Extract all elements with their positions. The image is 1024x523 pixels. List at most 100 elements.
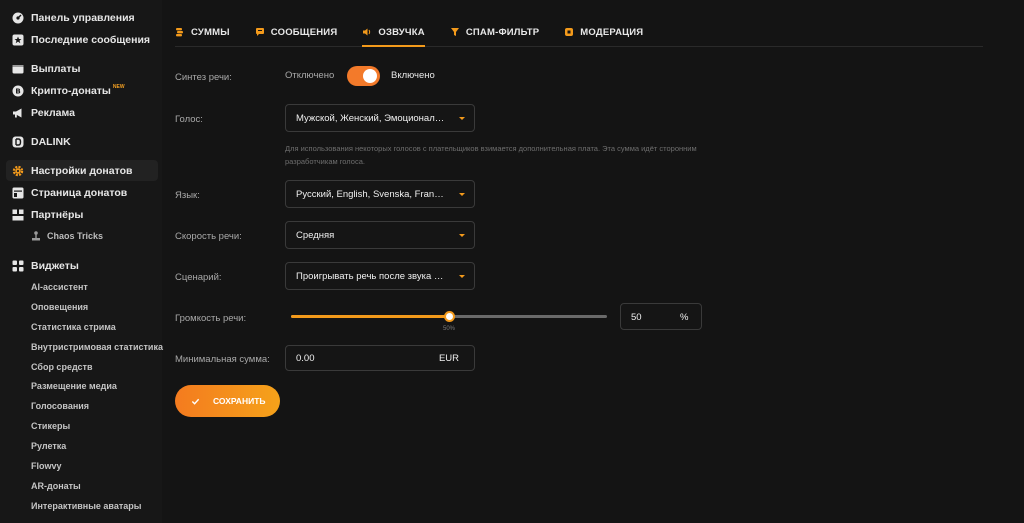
sidebar-item-label: Партнёры (31, 208, 84, 221)
widget-alerts[interactable]: Оповещения (0, 297, 162, 317)
tts-on-label: Включено (391, 70, 435, 81)
tts-off-label: Отключено (285, 70, 335, 81)
min-amount-currency: EUR (438, 353, 459, 364)
star-icon (12, 34, 24, 46)
widget-media[interactable]: Размещение медиа (0, 376, 162, 396)
voice-label: Голос: (175, 114, 203, 125)
language-select[interactable]: Русский, English, Svenska, Franç... (285, 180, 475, 208)
widget-polls[interactable]: Голосования (0, 396, 162, 416)
partner-sub-label: Chaos Tricks (47, 231, 104, 241)
widget-stream-stats[interactable]: Статистика стрима (0, 317, 162, 337)
min-amount-input[interactable]: 0.00 EUR (285, 345, 475, 371)
sidebar-item-ads[interactable]: Реклама (6, 102, 158, 123)
widget-roulette[interactable]: Рулетка (0, 436, 162, 456)
sidebar-item-label: Виджеты (31, 259, 79, 272)
chevron-down-icon (459, 234, 465, 237)
widget-interactive-avatars[interactable]: Интерактивные аватары (0, 496, 162, 516)
sidebar-item-label: Реклама (31, 106, 75, 119)
tab-messages[interactable]: СООБЩЕНИЯ (255, 18, 338, 47)
layout-icon (12, 187, 24, 199)
sidebar-item-partners[interactable]: Партнёры (6, 204, 158, 225)
tab-bar: СУММЫ СООБЩЕНИЯ ОЗВУЧКА СПАМ-ФИЛЬТР МОДЕ… (175, 18, 983, 47)
volume-label: Громкость речи: (175, 313, 247, 324)
filter-icon (450, 27, 460, 37)
sidebar: Панель управления Последние сообщения Вы… (0, 0, 163, 523)
sidebar-item-dashboard[interactable]: Панель управления (6, 7, 158, 28)
tab-label: СПАМ-ФИЛЬТР (465, 27, 540, 38)
widget-instream-stats[interactable]: Внутристримовая статистика (0, 337, 163, 357)
voice-hint: Для использования некоторых голосов с пл… (285, 144, 697, 166)
svg-text:B: B (15, 87, 20, 95)
dalink-icon (12, 136, 24, 148)
widget-ai-assistant[interactable]: AI-ассистент (0, 277, 162, 297)
min-amount-value: 0.00 (296, 353, 315, 364)
chevron-down-icon (459, 193, 465, 196)
check-icon (191, 397, 200, 406)
dashboard-icon (12, 12, 24, 24)
speed-label: Скорость речи: (175, 231, 242, 242)
sidebar-item-label: Панель управления (31, 11, 135, 24)
toggle-knob (363, 69, 377, 83)
widget-flowvy[interactable]: Flowvy (0, 456, 162, 476)
sidebar-item-label: Страница донатов (31, 186, 128, 199)
tab-label: СУММЫ (191, 27, 230, 38)
joystick-icon (31, 231, 41, 241)
sidebar-item-label: Последние сообщения (31, 33, 151, 46)
speed-value: Средняя (296, 229, 335, 241)
scenario-label: Сценарий: (175, 272, 222, 283)
save-label: СОХРАНИТЬ (213, 396, 266, 406)
tab-spam-filter[interactable]: СПАМ-ФИЛЬТР (450, 18, 539, 47)
volume-tick-label: 50% (443, 326, 456, 332)
widget-ar-donations[interactable]: AR-донаты (0, 476, 162, 496)
scenario-select[interactable]: Проигрывать речь после звука о... (285, 262, 475, 290)
speaker-icon (362, 27, 372, 37)
sidebar-item-recent-messages[interactable]: Последние сообщения (6, 29, 158, 50)
tab-voiceover[interactable]: ОЗВУЧКА (362, 18, 425, 47)
volume-slider-thumb[interactable] (444, 311, 455, 322)
chat-icon (255, 27, 265, 37)
megaphone-icon (12, 107, 24, 119)
volume-input[interactable]: 50 % (620, 303, 702, 330)
tab-moderation[interactable]: МОДЕРАЦИЯ (564, 18, 643, 47)
widgets-icon (12, 260, 24, 272)
sidebar-item-dalink[interactable]: DALINK (6, 131, 158, 152)
language-label: Язык: (175, 190, 200, 201)
new-badge: NEW (112, 83, 125, 90)
speed-select[interactable]: Средняя (285, 221, 475, 249)
volume-input-value: 50 (631, 312, 642, 323)
tab-label: ОЗВУЧКА (378, 27, 425, 38)
sidebar-item-donation-page[interactable]: Страница донатов (6, 182, 158, 203)
gear-icon (12, 165, 24, 177)
volume-slider-fill (291, 315, 449, 318)
tts-toggle[interactable] (347, 66, 380, 86)
sidebar-item-label: Настройки донатов (31, 164, 133, 177)
scenario-value: Проигрывать речь после звука о... (296, 270, 446, 282)
tab-amounts[interactable]: СУММЫ (175, 18, 230, 47)
min-amount-label: Минимальная сумма: (175, 354, 270, 365)
voice-select[interactable]: Мужской, Женский, Эмоциональ... (285, 104, 475, 132)
sidebar-item-crypto[interactable]: B Крипто-донаты NEW (6, 80, 158, 101)
partner-chaos-tricks[interactable]: Chaos Tricks (0, 226, 162, 246)
wallet-icon (12, 63, 24, 75)
bitcoin-icon: B (12, 85, 24, 97)
sidebar-item-label: Крипто-донаты (31, 84, 111, 97)
widget-fundraising[interactable]: Сбор средств (0, 357, 162, 377)
sidebar-item-label: DALINK (31, 135, 71, 148)
save-button[interactable]: СОХРАНИТЬ (175, 385, 280, 417)
volume-unit: % (680, 312, 689, 323)
chevron-down-icon (459, 275, 465, 278)
sidebar-item-payouts[interactable]: Выплаты (6, 58, 158, 79)
volume-slider[interactable] (291, 311, 607, 322)
chevron-down-icon (459, 117, 465, 120)
widget-stickers[interactable]: Стикеры (0, 416, 162, 436)
tts-label: Синтез речи: (175, 72, 232, 83)
voice-value: Мужской, Женский, Эмоциональ... (296, 112, 446, 124)
tab-label: МОДЕРАЦИЯ (580, 27, 644, 38)
sidebar-item-widgets[interactable]: Виджеты (6, 255, 158, 276)
partners-icon (12, 209, 24, 221)
coins-icon (175, 27, 185, 37)
language-value: Русский, English, Svenska, Franç... (296, 188, 446, 200)
sidebar-item-donation-settings[interactable]: Настройки донатов (6, 160, 158, 181)
tab-label: СООБЩЕНИЯ (270, 27, 338, 38)
sidebar-item-label: Выплаты (31, 62, 81, 75)
